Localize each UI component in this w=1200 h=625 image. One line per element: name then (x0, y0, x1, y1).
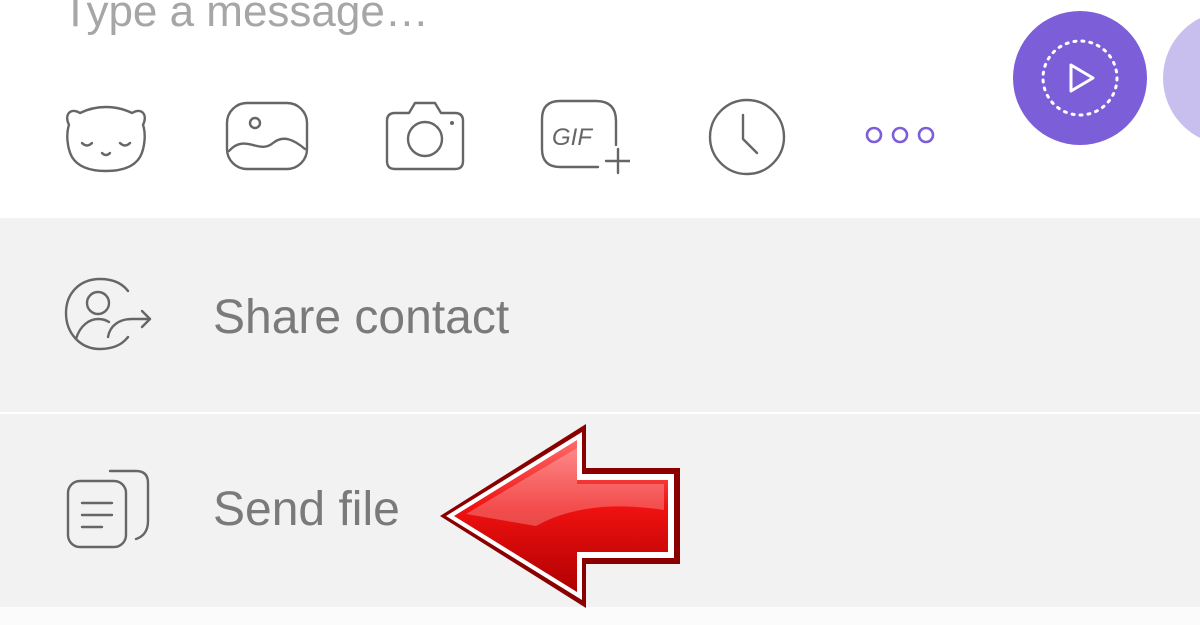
secondary-action-button[interactable] (1163, 11, 1200, 145)
video-message-button[interactable] (1013, 11, 1147, 145)
red-arrow-icon (436, 418, 686, 614)
video-message-icon (1041, 39, 1119, 117)
gallery-icon[interactable] (221, 93, 313, 177)
viber-chat-screen: GIF (0, 0, 1200, 625)
message-input[interactable] (62, 0, 942, 40)
share-contact-icon (60, 273, 160, 363)
more-dots-icon[interactable] (860, 93, 952, 177)
menu-item-label: Send file (213, 483, 400, 536)
gif-label: GIF (552, 124, 593, 151)
menu-item-share-contact[interactable]: Share contact (0, 218, 1200, 412)
gif-icon[interactable]: GIF (538, 93, 630, 177)
menu-item-label: Share contact (213, 291, 510, 344)
camera-icon[interactable] (379, 93, 471, 177)
message-composer: GIF (0, 0, 1200, 218)
clock-icon[interactable] (701, 93, 793, 177)
sticker-icon[interactable] (60, 93, 152, 177)
send-file-icon (62, 465, 162, 555)
